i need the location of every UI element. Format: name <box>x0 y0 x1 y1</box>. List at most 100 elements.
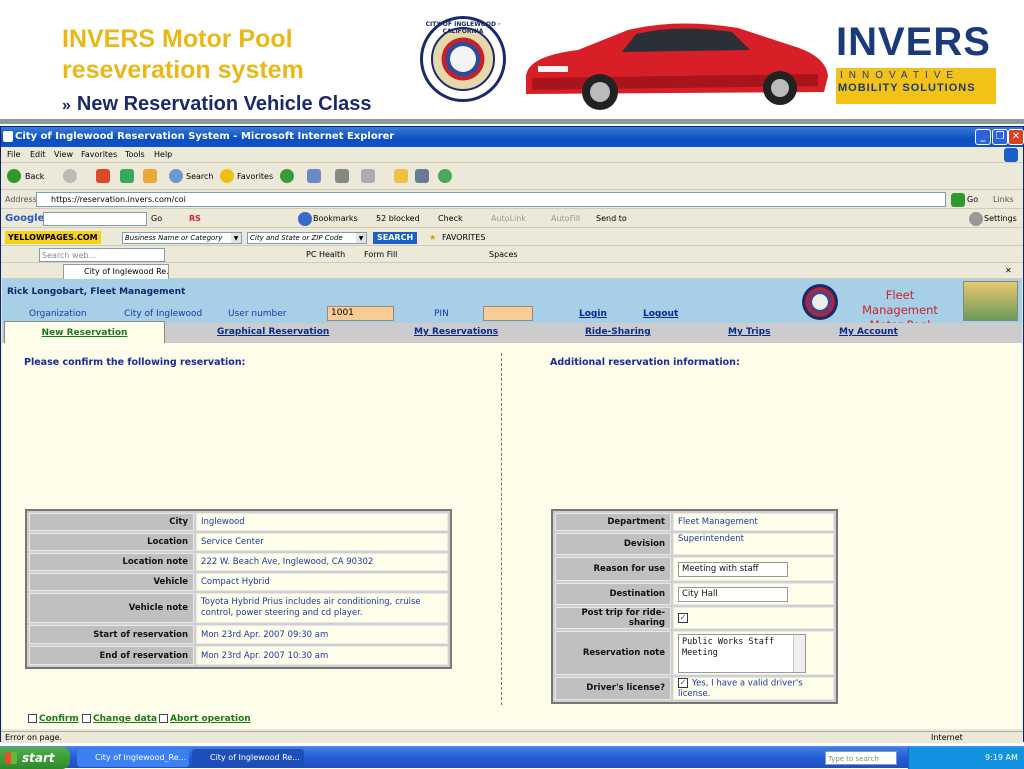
table-row: Location note 222 W. Beach Ave, Inglewood… <box>29 553 448 571</box>
license-checkbox[interactable]: ✓ <box>678 678 688 688</box>
menu-file[interactable]: File <box>7 147 20 163</box>
favorites-star-icon[interactable] <box>220 169 234 183</box>
scrollbar[interactable] <box>793 634 805 672</box>
research-icon[interactable] <box>415 169 429 183</box>
search-icon[interactable] <box>169 169 183 183</box>
abort-operation-button[interactable]: Abort operation <box>159 714 251 724</box>
spaces-button[interactable]: Spaces <box>489 247 518 263</box>
rs-button[interactable]: RS <box>189 210 201 228</box>
go-arrow-icon[interactable] <box>951 193 965 207</box>
login-link[interactable]: Login <box>579 309 607 319</box>
menu-favorites[interactable]: Favorites <box>81 147 117 163</box>
close-button[interactable]: ✕ <box>1008 129 1024 145</box>
user-number-input[interactable]: 1001 <box>327 306 394 321</box>
favorites-button[interactable]: Favorites <box>237 164 273 190</box>
taskbar-item[interactable]: City of Inglewood Re... <box>192 749 304 767</box>
organization-label: Organization <box>29 309 87 319</box>
bookmarks-button[interactable]: Bookmarks <box>313 210 358 228</box>
edit-icon[interactable] <box>361 169 375 183</box>
google-logo: Google <box>5 213 45 224</box>
links-button[interactable]: Links <box>993 191 1014 209</box>
tab-my-account[interactable]: My Account <box>839 327 898 337</box>
google-search-input[interactable] <box>43 212 147 226</box>
menu-edit[interactable]: Edit <box>30 147 46 163</box>
search-button[interactable]: Search <box>186 164 213 190</box>
yp-city-select[interactable]: City and State or ZIP Code <box>247 232 367 244</box>
yp-favorites-button[interactable]: FAVORITES <box>442 229 485 246</box>
autolink-button[interactable]: AutoLink <box>491 210 526 228</box>
ride-sharing-checkbox[interactable]: ✓ <box>678 612 688 623</box>
popup-blocked-button[interactable]: 52 blocked <box>376 210 420 228</box>
menu-view[interactable]: View <box>54 147 73 163</box>
settings-button[interactable]: Settings <box>984 210 1017 228</box>
yp-search-button[interactable]: SEARCH <box>373 232 418 244</box>
table-row: Post trip for ride-sharing ✓ <box>555 607 834 629</box>
history-icon[interactable] <box>280 169 294 183</box>
stop-icon[interactable] <box>96 169 110 183</box>
windows-flag-icon <box>5 752 17 764</box>
system-tray: 9:19 AM <box>908 747 1024 769</box>
settings-gear-icon[interactable] <box>969 212 983 226</box>
google-go-button[interactable]: Go <box>151 210 162 228</box>
tab-new-reservation[interactable]: New Reservation <box>4 321 165 343</box>
start-button[interactable]: start <box>0 747 70 769</box>
close-icon <box>159 714 168 723</box>
autofill-button[interactable]: AutoFill <box>551 210 580 228</box>
pin-input[interactable] <box>483 306 533 321</box>
go-button[interactable]: Go <box>967 191 978 209</box>
pin-label: PIN <box>434 309 449 319</box>
pc-health-button[interactable]: PC Health <box>306 247 345 263</box>
mail-icon[interactable] <box>307 169 321 183</box>
additional-heading: Additional reservation information: <box>550 357 740 368</box>
browser-tab[interactable]: City of Inglewood Re... <box>63 264 169 279</box>
taskbar-item[interactable]: City of Inglewood_Re... <box>77 749 189 767</box>
minimize-button[interactable]: _ <box>975 129 991 145</box>
taskbar: start City of Inglewood_Re... City of In… <box>0 746 1024 769</box>
address-label: Address <box>5 195 37 204</box>
reservation-note-textarea[interactable]: Public Works Staff Meeting <box>678 633 806 673</box>
table-row: City Inglewood <box>29 513 448 531</box>
slide-subtitle: » New Reservation Vehicle Class <box>62 93 372 116</box>
forward-arrow-icon[interactable] <box>63 169 77 183</box>
back-arrow-icon[interactable] <box>7 169 21 183</box>
taskbar-search-input[interactable]: Type to search <box>825 751 897 765</box>
folder-icon[interactable] <box>394 169 408 183</box>
table-row: End of reservation Mon 23rd Apr. 2007 10:… <box>29 646 448 665</box>
browser-window: City of Inglewood Reservation System - M… <box>0 126 1024 743</box>
close-tab-icon[interactable]: ✕ <box>1005 264 1012 278</box>
tab-my-reservations[interactable]: My Reservations <box>414 327 498 337</box>
maximize-button[interactable]: ❐ <box>992 129 1008 145</box>
bookmarks-star-icon[interactable] <box>298 212 312 226</box>
refresh-icon[interactable] <box>120 169 134 183</box>
tab-ride-sharing[interactable]: Ride-Sharing <box>585 327 651 337</box>
live-search-input[interactable]: Search web... <box>39 248 165 262</box>
security-zone: Internet <box>931 733 963 742</box>
slide-divider <box>0 119 1024 124</box>
logout-link[interactable]: Logout <box>643 309 678 319</box>
windows-flag-icon <box>1004 148 1018 162</box>
destination-input[interactable]: City Hall <box>678 586 788 602</box>
table-row: Department Fleet Management <box>555 513 834 531</box>
menu-help[interactable]: Help <box>154 147 172 163</box>
yp-business-select[interactable]: Business Name or Category <box>122 232 242 244</box>
confirm-button[interactable]: Confirm <box>28 714 79 724</box>
tab-graphical-reservation[interactable]: Graphical Reservation <box>217 327 329 337</box>
tab-my-trips[interactable]: My Trips <box>728 327 770 337</box>
form-fill-button[interactable]: Form Fill <box>364 247 397 263</box>
yellowpages-logo: YELLOWPAGES.COM <box>5 231 101 244</box>
user-number-label: User number <box>228 309 287 319</box>
reason-input[interactable]: Meeting with staff <box>678 561 788 577</box>
messenger-icon[interactable] <box>438 169 452 183</box>
spell-check-button[interactable]: Check <box>438 210 463 228</box>
menu-tools[interactable]: Tools <box>125 147 145 163</box>
additional-info-table: Department Fleet Management Devision Super… <box>551 509 838 704</box>
send-to-button[interactable]: Send to <box>596 210 627 228</box>
back-button[interactable]: Back <box>25 164 44 190</box>
address-input[interactable]: https://reservation.invers.com/coi <box>36 192 946 207</box>
change-data-button[interactable]: Change data <box>82 714 157 724</box>
home-icon[interactable] <box>143 169 157 183</box>
red-car-image <box>526 23 828 110</box>
print-icon[interactable] <box>335 169 349 183</box>
ie-icon <box>3 131 13 142</box>
window-titlebar: City of Inglewood Reservation System - M… <box>1 127 1024 147</box>
